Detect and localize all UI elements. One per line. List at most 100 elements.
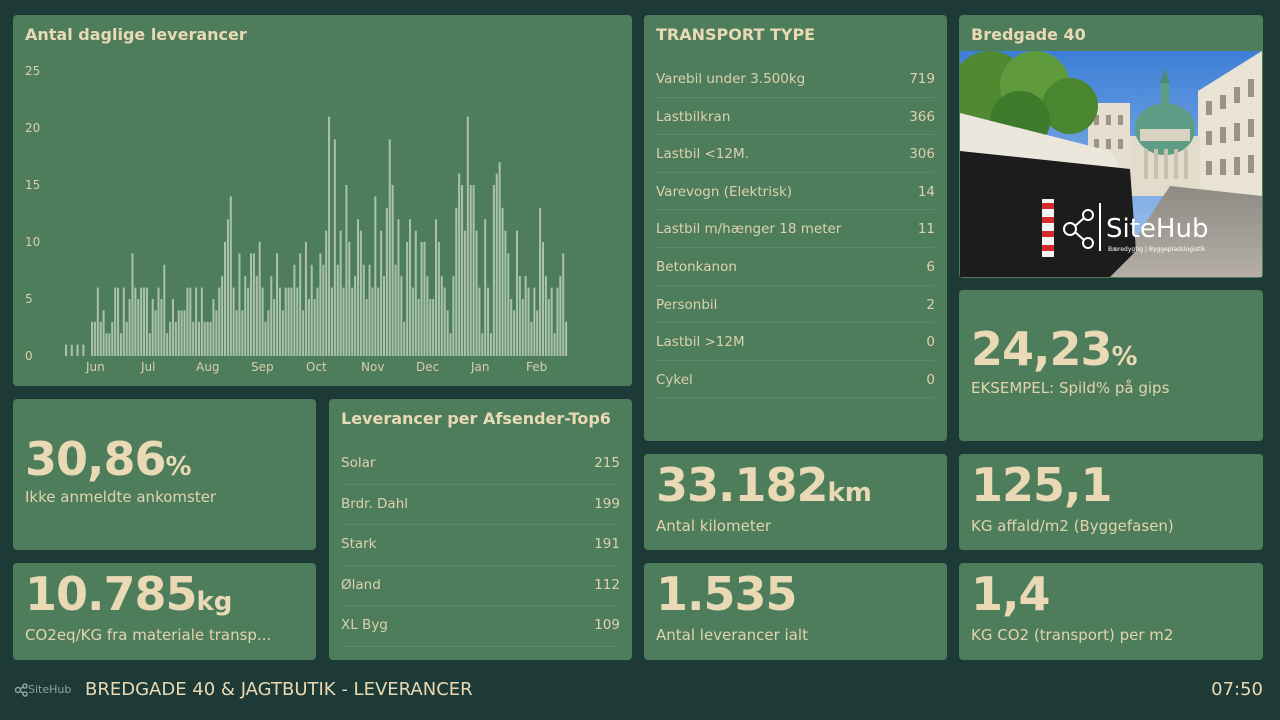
- leverancer-kpi-card: 1.535 Antal leverancer ialt: [644, 563, 947, 660]
- co2-transport-kpi-value: 1,4: [971, 567, 1050, 621]
- bar: [489, 333, 492, 356]
- transport-type-row: Varebil under 3.500kg 719: [656, 60, 935, 98]
- bar: [437, 242, 440, 356]
- bar: [177, 310, 180, 356]
- bar: [105, 333, 108, 356]
- bar: [270, 276, 273, 356]
- bar: [125, 321, 128, 356]
- bar: [435, 219, 438, 356]
- kilometer-kpi-value: 33.182: [656, 458, 829, 512]
- bar: [151, 299, 154, 356]
- bar: [541, 242, 544, 356]
- transport-type-label: Varebil under 3.500kg: [656, 71, 806, 87]
- bar: [169, 321, 172, 356]
- bar: [423, 242, 426, 356]
- bar: [553, 333, 556, 356]
- bar: [117, 287, 120, 356]
- bar: [119, 333, 122, 356]
- bar: [108, 333, 111, 356]
- x-tick-label: Dec: [416, 360, 439, 374]
- leverancer-kpi-label: Antal leverancer ialt: [656, 626, 808, 644]
- sitehub-logo-tagline: Bæredygtig | Byggepladslogistik: [1108, 246, 1206, 253]
- bar: [562, 253, 565, 356]
- afsender-value: 199: [594, 495, 620, 512]
- transport-type-label: Betonkanon: [656, 259, 737, 275]
- kilometer-kpi-card: 33.182km Antal kilometer: [644, 454, 947, 550]
- transport-type-row: Lastbil >12M 0: [656, 323, 935, 361]
- spild-kpi-label: EKSEMPEL: Spild% på gips: [971, 379, 1170, 397]
- bar: [229, 196, 232, 356]
- y-tick-label: 15: [25, 178, 40, 192]
- bar: [174, 321, 177, 356]
- bar: [559, 276, 562, 356]
- afsender-label: XL Byg: [341, 617, 388, 633]
- bar: [212, 299, 215, 356]
- bar: [463, 230, 466, 356]
- bar: [530, 321, 533, 356]
- bar: [420, 242, 423, 356]
- bar: [414, 230, 417, 356]
- transport-type-label: Lastbil m/hænger 18 meter: [656, 221, 842, 238]
- bar: [380, 230, 383, 356]
- sitehub-logo-text: SiteHub: [1106, 214, 1208, 244]
- bar: [140, 287, 143, 356]
- bar: [359, 230, 362, 356]
- footer-title: BREDGADE 40 & JAGTBUTIK - LEVERANCER: [85, 679, 473, 700]
- transport-type-value: 0: [926, 334, 935, 351]
- bar: [498, 162, 501, 356]
- bar: [556, 287, 559, 356]
- bar: [515, 230, 518, 356]
- bar: [180, 310, 183, 356]
- transport-type-row: Lastbil m/hænger 18 meter 11: [656, 210, 935, 248]
- bar: [290, 287, 293, 356]
- bar: [565, 321, 568, 356]
- bar: [403, 321, 406, 356]
- bar: [513, 310, 516, 356]
- bar: [356, 219, 359, 356]
- bar: [154, 310, 157, 356]
- bar: [394, 264, 397, 356]
- bar: [492, 185, 495, 356]
- bar: [322, 264, 325, 356]
- bar: [261, 287, 264, 356]
- bar: [287, 287, 290, 356]
- y-tick-label: 5: [25, 292, 33, 306]
- bar: [478, 287, 481, 356]
- transport-type-label: Cykel: [656, 371, 693, 388]
- bar: [186, 287, 189, 356]
- bar: [382, 276, 386, 356]
- affald-kpi-label: KG affald/m2 (Byggefasen): [971, 517, 1174, 535]
- co2-transport-kpi-label: KG CO2 (transport) per m2: [971, 626, 1174, 644]
- afsender-top6-card: Leverancer per Afsender-Top6 Solar 215 Brd…: [329, 399, 632, 660]
- afsender-value: 215: [594, 455, 620, 471]
- afsender-row: Brdr. Dahl 199: [341, 485, 620, 525]
- bar: [316, 287, 319, 356]
- bar: [122, 287, 125, 356]
- bar: [481, 333, 484, 356]
- bar: [273, 299, 276, 356]
- bar: [550, 287, 553, 356]
- bar: [114, 287, 117, 356]
- bar: [339, 230, 342, 356]
- transport-type-label: Lastbilkran: [656, 108, 731, 125]
- bar: [264, 321, 267, 356]
- bar: [163, 264, 166, 356]
- bar: [461, 185, 464, 356]
- bar: [458, 173, 461, 356]
- bar: [244, 276, 247, 356]
- bar: [547, 299, 550, 356]
- bar: [484, 219, 487, 356]
- ikke-anmeldte-kpi-label: Ikke anmeldte ankomster: [25, 488, 217, 506]
- bar: [145, 287, 148, 356]
- affald-kpi-value: 125,1: [971, 458, 1113, 512]
- co2-kpi-unit: kg: [196, 587, 233, 617]
- bar: [137, 299, 140, 356]
- bar: [250, 253, 253, 356]
- ikke-anmeldte-kpi-value: 30,86: [25, 432, 167, 486]
- bar: [221, 276, 224, 356]
- bar: [507, 253, 510, 356]
- x-tick-label: Feb: [526, 360, 547, 374]
- bar: [527, 287, 530, 356]
- bar: [406, 242, 409, 356]
- bar: [365, 299, 368, 356]
